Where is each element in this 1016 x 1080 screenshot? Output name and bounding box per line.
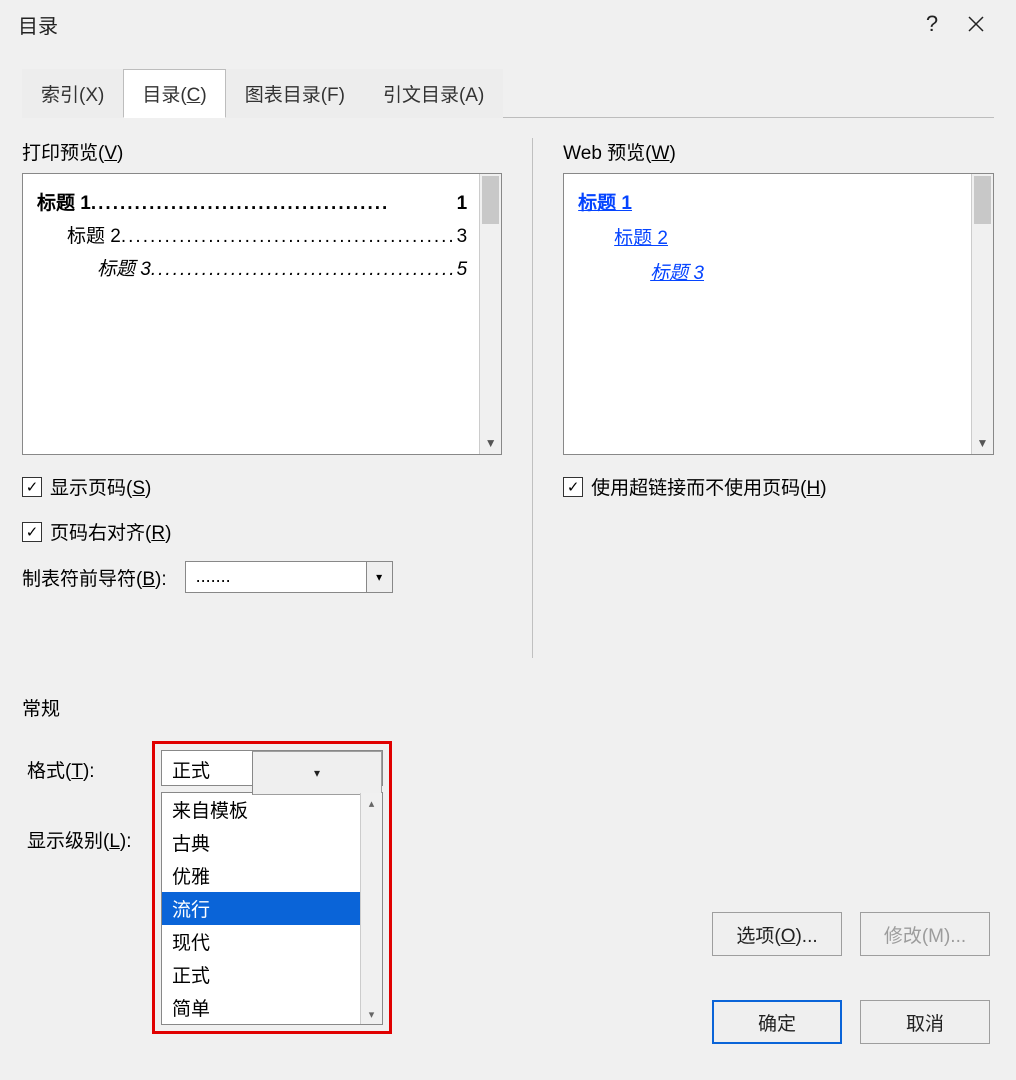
show-page-numbers-checkbox[interactable]: ✓ 显示页码(S) <box>22 473 502 500</box>
web-preview-label: Web 预览(W) <box>563 138 994 165</box>
scroll-up-icon[interactable]: ▴ <box>361 793 382 813</box>
options-button[interactable]: 选项(O)... <box>712 912 842 956</box>
cancel-button[interactable]: 取消 <box>860 1000 990 1044</box>
format-option[interactable]: 现代 <box>162 925 360 958</box>
scroll-down-icon[interactable]: ▾ <box>361 1004 382 1024</box>
chevron-down-icon[interactable]: ▾ <box>366 562 392 592</box>
format-option[interactable]: 古典 <box>162 826 360 859</box>
print-preview-column: 打印预览(V) 标题 1 ...........................… <box>22 138 502 658</box>
divider <box>532 138 533 658</box>
modify-button: 修改(M)... <box>860 912 990 956</box>
print-line-1: 标题 1 ...................................… <box>37 188 467 215</box>
format-option[interactable]: 简单 <box>162 991 360 1024</box>
dialog-button-row: 确定 取消 <box>712 1000 990 1044</box>
web-link-3[interactable]: 标题 3 <box>650 258 959 285</box>
close-icon[interactable] <box>954 2 998 46</box>
tab-strip: 索引(X) 目录(C) 图表目录(F) 引文目录(A) <box>22 68 994 118</box>
ok-button[interactable]: 确定 <box>712 1000 842 1044</box>
format-option[interactable]: 来自模板 <box>162 793 360 826</box>
format-label: 格式(T): <box>27 756 95 783</box>
checkbox-icon: ✓ <box>22 522 42 542</box>
help-icon[interactable]: ? <box>910 2 954 46</box>
print-preview-box: 标题 1 ...................................… <box>22 173 502 455</box>
scroll-down-icon[interactable]: ▼ <box>972 432 993 454</box>
title-bar: 目录 ? <box>0 0 1016 48</box>
format-option[interactable]: 正式 <box>162 958 360 991</box>
option-button-row: 选项(O)... 修改(M)... <box>712 912 990 956</box>
listbox-scrollbar[interactable]: ▴ ▾ <box>360 793 382 1024</box>
hyperlink-checkbox[interactable]: ✓ 使用超链接而不使用页码(H) <box>563 473 994 500</box>
chevron-down-icon[interactable]: ▾ <box>252 751 382 795</box>
web-preview-scrollbar[interactable]: ▲ ▼ <box>971 174 993 454</box>
highlighted-area: 格式(T): 显示级别(L): 正式 ▾ 来自模板古典优雅流行现代正式简单 ▴ … <box>152 741 392 1034</box>
print-preview-scrollbar[interactable]: ▲ ▼ <box>479 174 501 454</box>
tab-toc[interactable]: 目录(C) <box>123 69 225 118</box>
web-preview-column: Web 预览(W) 标题 1 标题 2 标题 3 ▲ ▼ ✓ 使用超链接而不使用… <box>563 138 994 658</box>
print-line-2: 标题 2 ...................................… <box>37 221 467 248</box>
format-option[interactable]: 流行 <box>162 892 360 925</box>
tab-figures[interactable]: 图表目录(F) <box>226 69 364 118</box>
web-link-2[interactable]: 标题 2 <box>614 223 959 250</box>
print-line-3: 标题 3 ...................................… <box>37 254 467 281</box>
format-dropdown[interactable]: 正式 ▾ <box>161 750 383 786</box>
tab-index[interactable]: 索引(X) <box>22 69 123 118</box>
general-section-title: 常规 <box>22 694 994 721</box>
format-listbox[interactable]: 来自模板古典优雅流行现代正式简单 ▴ ▾ <box>161 792 383 1025</box>
format-option[interactable]: 优雅 <box>162 859 360 892</box>
scroll-thumb[interactable] <box>482 176 499 224</box>
web-link-1[interactable]: 标题 1 <box>578 188 959 215</box>
dialog-title: 目录 <box>18 10 910 39</box>
scroll-thumb[interactable] <box>974 176 991 224</box>
right-align-checkbox[interactable]: ✓ 页码右对齐(R) <box>22 518 502 545</box>
show-level-label: 显示级别(L): <box>27 826 132 853</box>
print-preview-label: 打印预览(V) <box>22 138 502 165</box>
scroll-down-icon[interactable]: ▼ <box>480 432 501 454</box>
web-preview-box: 标题 1 标题 2 标题 3 ▲ ▼ <box>563 173 994 455</box>
tab-leader-dropdown[interactable]: ....... ▾ <box>185 561 393 593</box>
tab-citations[interactable]: 引文目录(A) <box>364 69 503 118</box>
checkbox-icon: ✓ <box>563 477 583 497</box>
checkbox-icon: ✓ <box>22 477 42 497</box>
tab-leader-label: 制表符前导符(B): <box>22 564 167 591</box>
